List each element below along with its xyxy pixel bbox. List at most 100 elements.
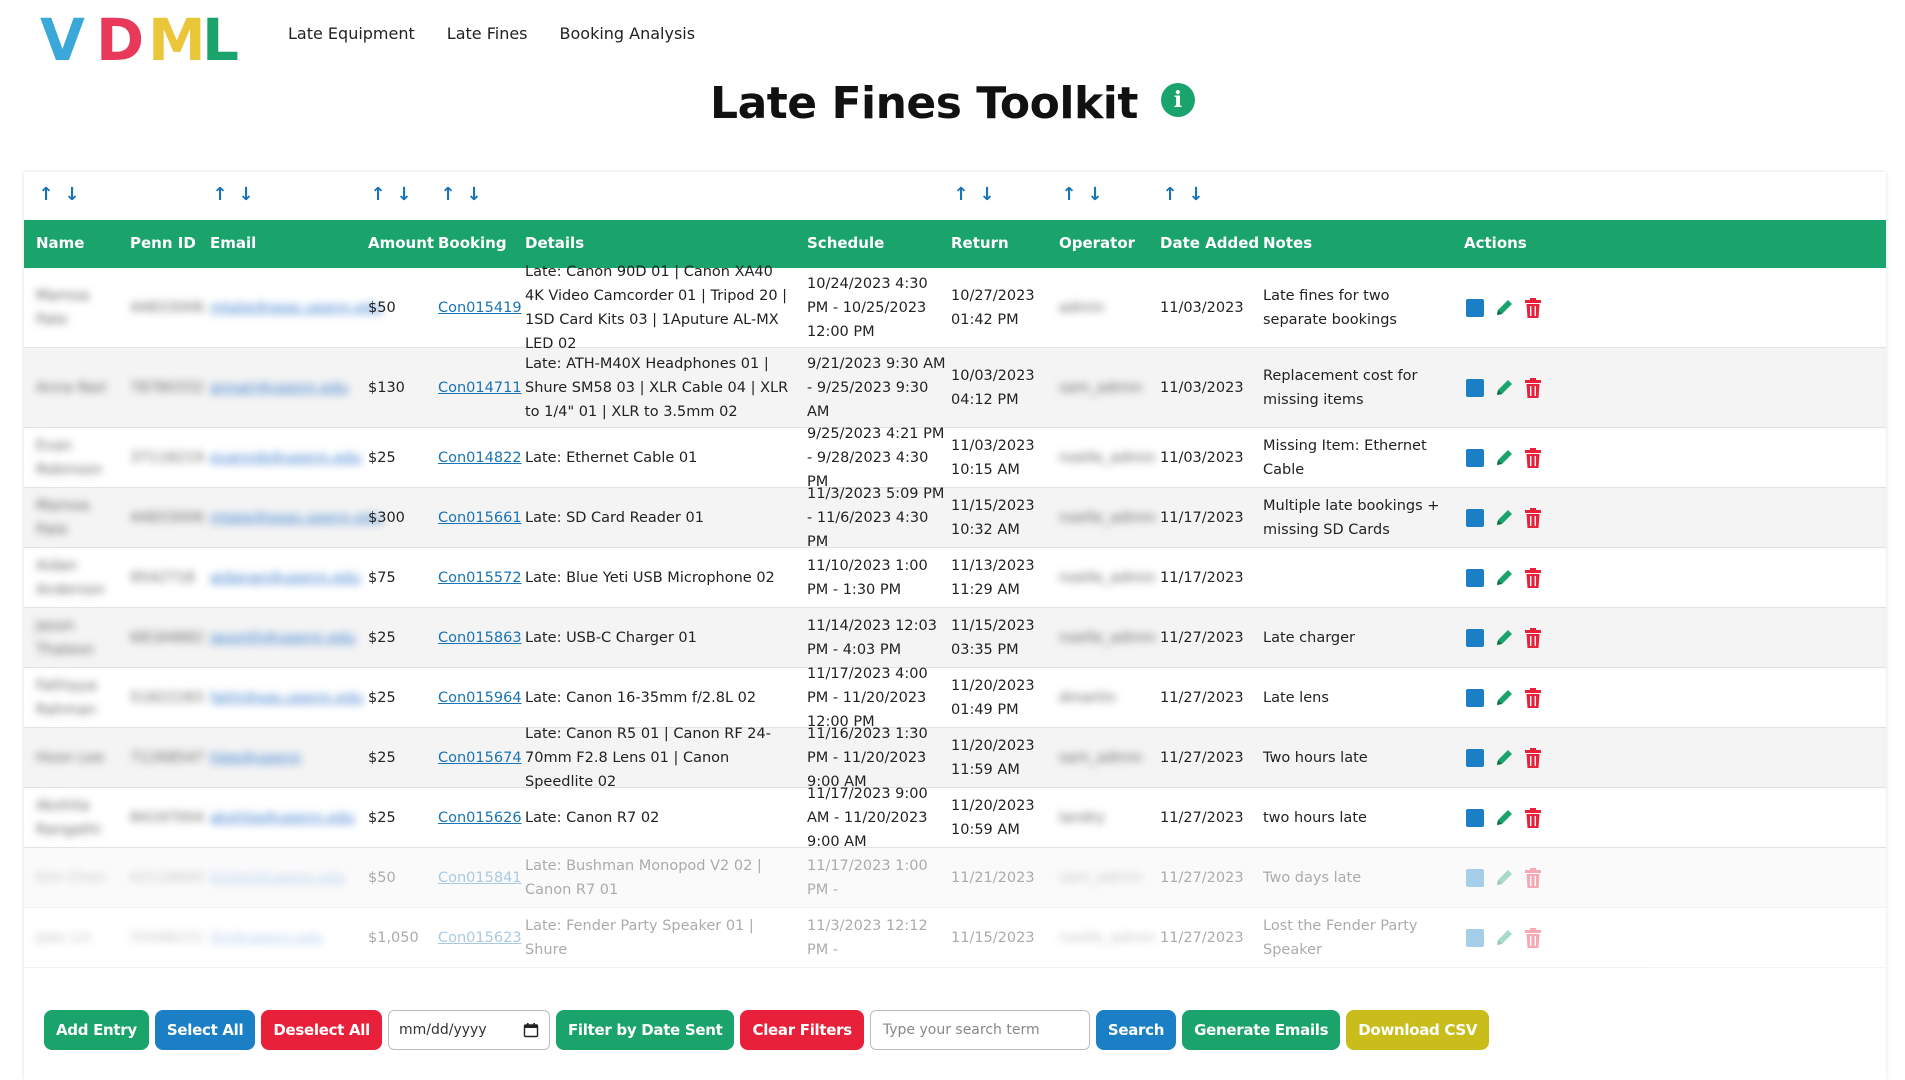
- cell-email[interactable]: aidanan@upenn.edu: [210, 566, 360, 590]
- cell-penn-id-wrap: 44833006: [130, 268, 204, 348]
- delete-icon[interactable]: [1524, 747, 1542, 769]
- select-checkbox-icon[interactable]: [1466, 449, 1484, 467]
- sort-ascending-icon[interactable]: ↑: [1059, 184, 1079, 206]
- edit-icon[interactable]: [1494, 627, 1514, 649]
- cell-email[interactable]: hlee@upenn: [210, 746, 301, 770]
- sort-ascending-icon[interactable]: ↑: [210, 184, 230, 206]
- cell-date-added: 11/27/2023: [1160, 870, 1244, 886]
- select-checkbox-icon[interactable]: [1466, 509, 1484, 527]
- sort-ascending-icon[interactable]: ↑: [368, 184, 388, 206]
- cell-booking[interactable]: Con015661: [438, 506, 522, 530]
- select-checkbox-icon[interactable]: [1466, 809, 1484, 827]
- edit-icon[interactable]: [1494, 867, 1514, 889]
- filter-by-date-button[interactable]: Filter by Date Sent: [555, 1010, 735, 1050]
- sort-descending-icon[interactable]: ↓: [1085, 184, 1105, 206]
- cell-booking[interactable]: Con015419: [438, 296, 522, 320]
- cell-name-wrap: Anna Nair: [36, 348, 116, 428]
- edit-icon[interactable]: [1494, 447, 1514, 469]
- cell-email[interactable]: akshita@upenn.edu: [210, 806, 355, 830]
- delete-icon[interactable]: [1524, 447, 1542, 469]
- cell-booking[interactable]: Con015626: [438, 806, 522, 830]
- edit-icon[interactable]: [1494, 807, 1514, 829]
- delete-icon[interactable]: [1524, 927, 1542, 949]
- generate-emails-button[interactable]: Generate Emails: [1182, 1010, 1341, 1050]
- edit-icon[interactable]: [1494, 927, 1514, 949]
- sort-descending-icon[interactable]: ↓: [464, 184, 484, 206]
- row-actions: [1466, 507, 1542, 529]
- clear-filters-button[interactable]: Clear Filters: [740, 1010, 864, 1050]
- cell-email[interactable]: kchen@upenn.edu: [210, 866, 346, 890]
- select-checkbox-icon[interactable]: [1466, 749, 1484, 767]
- delete-icon[interactable]: [1524, 687, 1542, 709]
- cell-details-wrap: Late: Canon 16-35mm f/2.8L 02: [525, 668, 790, 728]
- cell-name-wrap: Hoon Lee: [36, 728, 116, 788]
- sort-descending-icon[interactable]: ↓: [1186, 184, 1206, 206]
- cell-date-added-wrap: 11/27/2023: [1160, 608, 1255, 668]
- sort-descending-icon[interactable]: ↓: [62, 184, 82, 206]
- delete-icon[interactable]: [1524, 807, 1542, 829]
- select-checkbox-icon[interactable]: [1466, 299, 1484, 317]
- date-sent-input[interactable]: mm/dd/yyyy: [387, 1010, 550, 1050]
- select-checkbox-icon[interactable]: [1466, 929, 1484, 947]
- cell-email[interactable]: evanrob@upenn.edu: [210, 446, 361, 470]
- sort-descending-icon[interactable]: ↓: [236, 184, 256, 206]
- nav-late-equipment[interactable]: Late Equipment: [288, 24, 415, 43]
- add-entry-button[interactable]: Add Entry: [44, 1010, 149, 1050]
- cell-email[interactable]: annair@upenn.edu: [210, 376, 348, 400]
- delete-icon[interactable]: [1524, 297, 1542, 319]
- cell-email[interactable]: jasonth@upenn.edu: [210, 626, 356, 650]
- select-checkbox-icon[interactable]: [1466, 689, 1484, 707]
- sort-ascending-icon[interactable]: ↑: [438, 184, 458, 206]
- select-checkbox-icon[interactable]: [1466, 629, 1484, 647]
- info-icon[interactable]: i: [1160, 82, 1195, 117]
- cell-booking[interactable]: Con015623: [438, 926, 522, 950]
- cell-email[interactable]: mtate@seas.upenn.edu: [210, 506, 383, 530]
- cell-booking[interactable]: Con015863: [438, 626, 522, 650]
- download-csv-button[interactable]: Download CSV: [1346, 1010, 1490, 1050]
- cell-notes: Missing Item: Ethernet Cable: [1263, 438, 1427, 478]
- sort-ascending-icon[interactable]: ↑: [1160, 184, 1180, 206]
- select-checkbox-icon[interactable]: [1466, 869, 1484, 887]
- calendar-icon[interactable]: [523, 1022, 539, 1038]
- nav-booking-analysis[interactable]: Booking Analysis: [560, 24, 696, 43]
- edit-icon[interactable]: [1494, 507, 1514, 529]
- select-all-button[interactable]: Select All: [154, 1010, 256, 1050]
- search-input[interactable]: [869, 1010, 1090, 1050]
- delete-icon[interactable]: [1524, 567, 1542, 589]
- cell-booking[interactable]: Con015841: [438, 866, 522, 890]
- select-checkbox-icon[interactable]: [1466, 379, 1484, 397]
- cell-email-wrap: jlin@upenn.edu: [210, 908, 360, 968]
- cell-return: 11/21/2023: [951, 870, 1035, 886]
- cell-email[interactable]: mtate@seas.upenn.edu: [210, 296, 383, 320]
- edit-icon[interactable]: [1494, 567, 1514, 589]
- delete-icon[interactable]: [1524, 507, 1542, 529]
- row-actions: [1466, 447, 1542, 469]
- delete-icon[interactable]: [1524, 377, 1542, 399]
- cell-amount: $130: [368, 380, 405, 396]
- edit-icon[interactable]: [1494, 747, 1514, 769]
- cell-email[interactable]: jlin@upenn.edu: [210, 926, 323, 950]
- delete-icon[interactable]: [1524, 627, 1542, 649]
- nav-late-fines[interactable]: Late Fines: [447, 24, 528, 43]
- sort-descending-icon[interactable]: ↓: [977, 184, 997, 206]
- cell-schedule: 11/17/2023 9:00 AM - 11/20/2023 9:00 AM: [807, 786, 928, 850]
- cell-booking[interactable]: Con015964: [438, 686, 522, 710]
- deselect-all-button[interactable]: Deselect All: [261, 1010, 382, 1050]
- cell-date-added-wrap: 11/27/2023: [1160, 788, 1255, 848]
- cell-booking[interactable]: Con015674: [438, 746, 522, 770]
- search-button[interactable]: Search: [1095, 1010, 1177, 1050]
- edit-icon[interactable]: [1494, 687, 1514, 709]
- date-placeholder: mm/dd/yyyy: [398, 1022, 487, 1038]
- delete-icon[interactable]: [1524, 867, 1542, 889]
- cell-email[interactable]: fathi@sas.upenn.edu: [210, 686, 364, 710]
- sort-ascending-icon[interactable]: ↑: [951, 184, 971, 206]
- vdml-logo[interactable]: V D ML: [40, 12, 258, 64]
- edit-icon[interactable]: [1494, 377, 1514, 399]
- sort-ascending-icon[interactable]: ↑: [36, 184, 56, 206]
- sort-descending-icon[interactable]: ↓: [394, 184, 414, 206]
- cell-booking[interactable]: Con014711: [438, 376, 522, 400]
- cell-booking[interactable]: Con014822: [438, 446, 522, 470]
- cell-booking[interactable]: Con015572: [438, 566, 522, 590]
- edit-icon[interactable]: [1494, 297, 1514, 319]
- select-checkbox-icon[interactable]: [1466, 569, 1484, 587]
